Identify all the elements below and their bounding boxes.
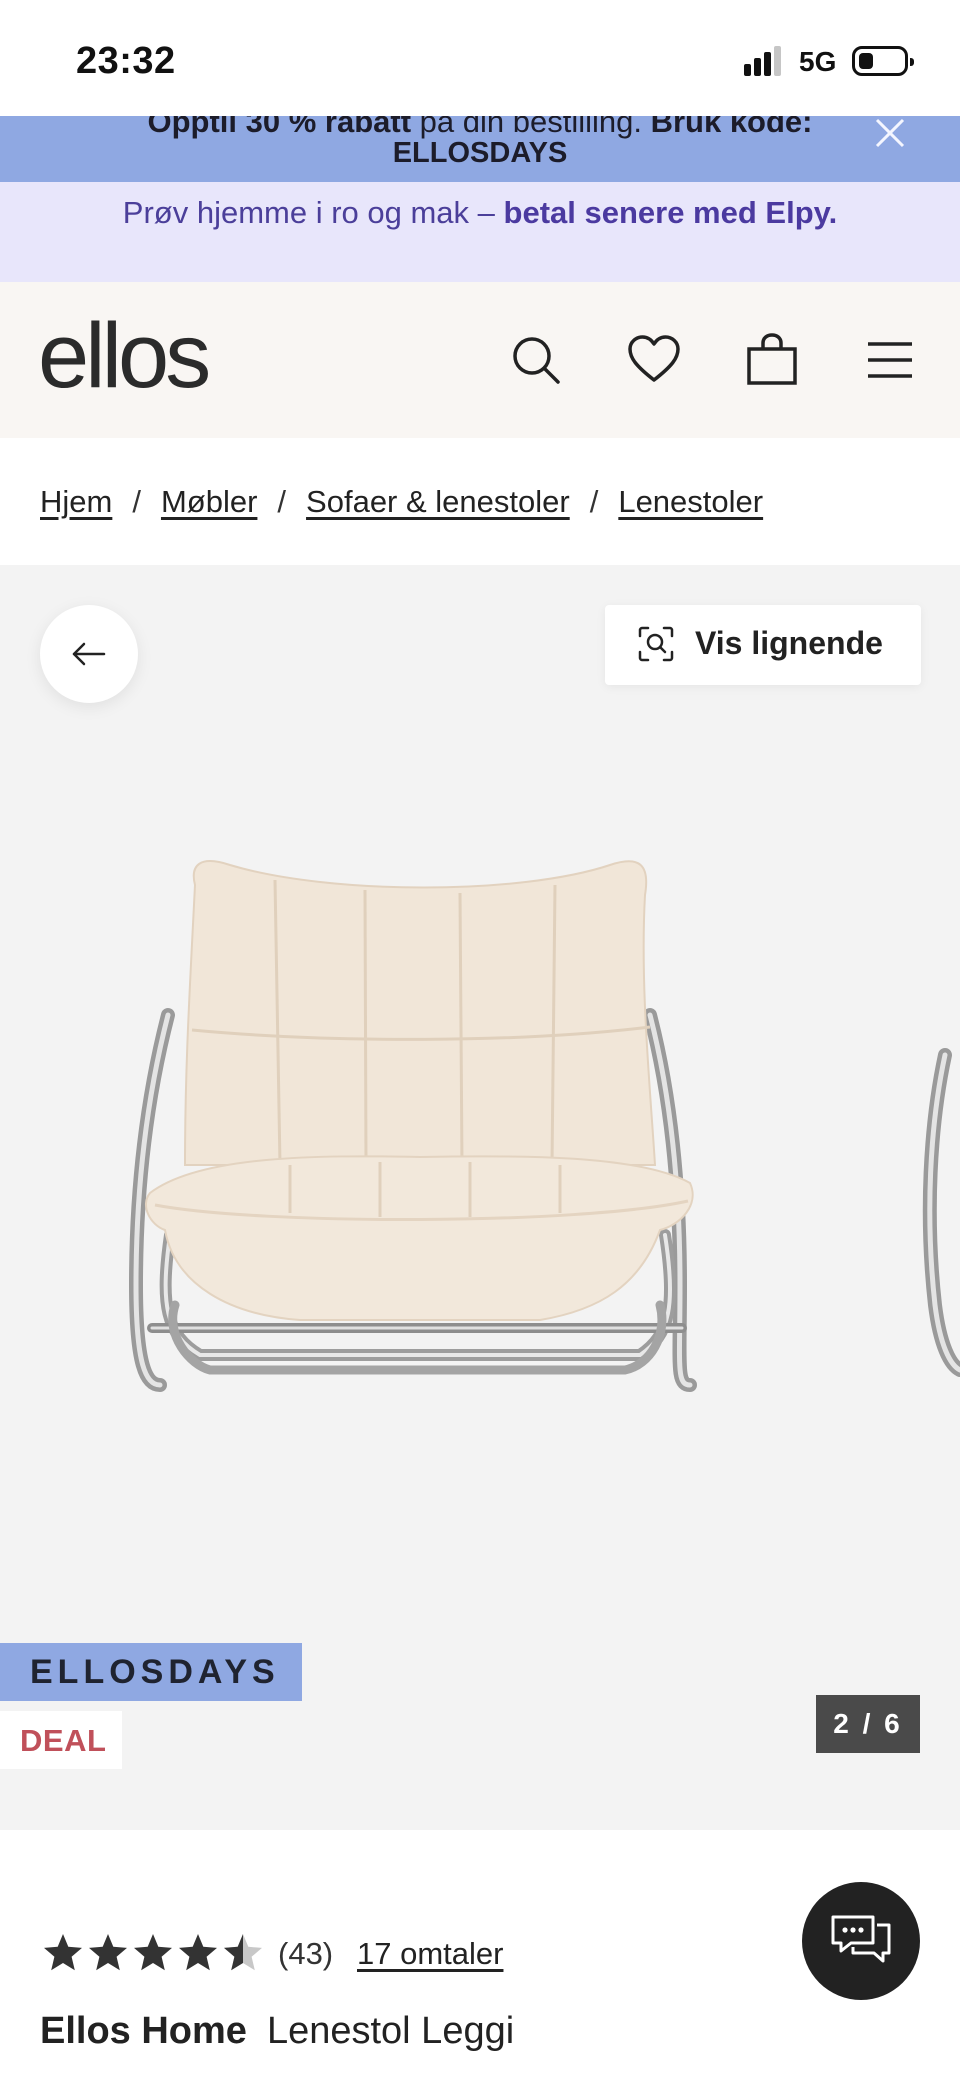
search-icon[interactable]: [508, 332, 564, 388]
promo-code: ELLOSDAYS: [392, 137, 568, 169]
view-similar-label: Vis lignende: [695, 625, 883, 661]
elpy-text: Prøv hjemme i ro og mak – betal senere m…: [122, 195, 838, 230]
shopping-bag-icon[interactable]: [744, 332, 800, 388]
breadcrumb-separator: /: [277, 484, 287, 519]
breadcrumb-item-home[interactable]: Hjem: [40, 484, 112, 519]
ellos-logo[interactable]: ellos: [38, 304, 211, 409]
visual-search-icon: [638, 626, 674, 662]
product-image[interactable]: [0, 565, 960, 1565]
back-button[interactable]: [40, 605, 138, 703]
cellular-signal-icon: [744, 46, 784, 76]
reviews-link[interactable]: 17 omtaler: [357, 1936, 503, 1972]
menu-icon[interactable]: [862, 332, 918, 388]
star-icon: [179, 1934, 217, 1971]
arrow-left-icon: [72, 642, 106, 666]
battery-icon: [852, 46, 914, 76]
elpy-banner[interactable]: Prøv hjemme i ro og mak – betal senere m…: [0, 182, 960, 282]
deal-badge: DEAL: [0, 1711, 122, 1769]
rating-stars: [44, 1934, 262, 1971]
breadcrumb-item-armchairs[interactable]: Lenestoler: [618, 484, 763, 519]
breadcrumb-separator: /: [589, 484, 599, 519]
product-name: Lenestol Leggi: [266, 2010, 515, 2052]
star-icon: [134, 1934, 172, 1971]
rating-count: (43): [278, 1936, 334, 1971]
breadcrumb: Hjem / Møbler / Sofaer & lenestoler / Lenestol…: [40, 484, 763, 520]
status-bar: 23:32 5G: [0, 0, 960, 116]
image-counter: 2 / 6: [816, 1695, 920, 1753]
breadcrumb-item-sofas-armchairs[interactable]: Sofaer & lenestoler: [306, 484, 570, 519]
half-star-icon: [224, 1934, 262, 1971]
site-header: ellos: [0, 282, 960, 438]
product-brand[interactable]: Ellos Home: [40, 2010, 247, 2052]
promo-banner: Opptil 30 % rabatt på din bestilling. Br…: [0, 116, 960, 182]
close-icon[interactable]: [874, 116, 906, 150]
chat-bubbles-icon: [831, 1915, 891, 1963]
breadcrumb-separator: /: [132, 484, 141, 519]
status-time: 23:32: [76, 40, 176, 82]
heart-icon[interactable]: [626, 332, 682, 388]
product-image-gallery[interactable]: Vis lignende ELLOSDAYS DEAL 2 / 6: [0, 565, 960, 1830]
campaign-badge: ELLOSDAYS: [0, 1643, 302, 1701]
view-similar-button[interactable]: Vis lignende: [605, 605, 921, 685]
star-icon: [89, 1934, 127, 1971]
star-icon: [44, 1934, 82, 1971]
breadcrumb-item-furniture[interactable]: Møbler: [161, 484, 257, 519]
chat-button[interactable]: [802, 1882, 920, 2000]
product-title: Ellos Home Lenestol Leggi: [40, 2010, 514, 2053]
network-type: 5G: [799, 46, 837, 77]
